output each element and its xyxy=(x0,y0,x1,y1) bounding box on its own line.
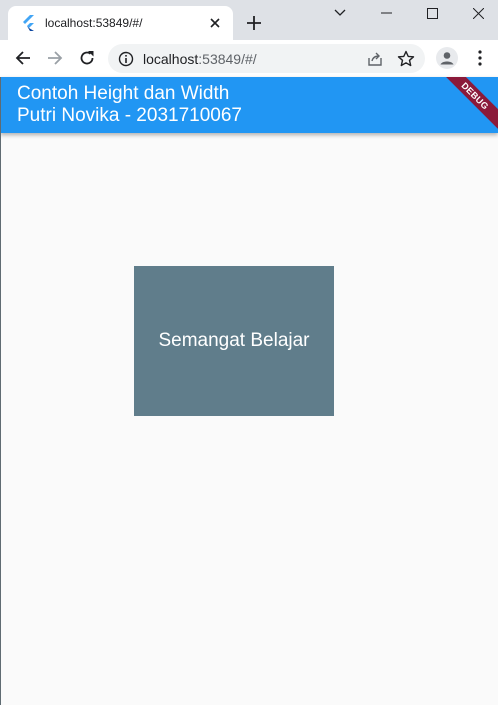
browser-toolbar: localhost:53849/#/ xyxy=(0,40,498,77)
profile-avatar-icon[interactable] xyxy=(435,46,459,70)
app-bar-title-line-1: Contoh Height dan Width xyxy=(17,83,230,104)
tab-search-chevron-icon[interactable] xyxy=(317,0,363,26)
share-icon[interactable] xyxy=(365,49,385,69)
close-tab-icon[interactable] xyxy=(205,13,225,33)
browser-tab-strip: localhost:53849/#/ xyxy=(0,0,498,40)
maximize-icon[interactable] xyxy=(409,0,455,26)
bookmark-star-icon[interactable] xyxy=(396,49,416,69)
box-label: Semangat Belajar xyxy=(158,330,310,351)
kebab-menu-icon[interactable] xyxy=(468,46,492,70)
forward-arrow-icon[interactable] xyxy=(43,46,67,70)
window-close-icon[interactable] xyxy=(455,0,498,26)
app-bar-title: Contoh Height dan Width Putri Novika - 2… xyxy=(17,83,242,127)
address-bar[interactable]: localhost:53849/#/ xyxy=(108,44,425,73)
minimize-icon[interactable] xyxy=(363,0,409,26)
back-arrow-icon[interactable] xyxy=(11,46,35,70)
new-tab-icon[interactable] xyxy=(242,11,266,35)
app-bar: Contoh Height dan Width Putri Novika - 2… xyxy=(0,77,498,133)
url-host: localhost xyxy=(143,51,199,67)
app-bar-title-line-2: Putri Novika - 2031710067 xyxy=(17,105,242,126)
tab-title: localhost:53849/#/ xyxy=(45,16,143,30)
debug-banner: DEBUG xyxy=(438,77,498,133)
url-path: :53849/#/ xyxy=(198,51,257,67)
reload-icon[interactable] xyxy=(75,46,99,70)
sized-container-box: Semangat Belajar xyxy=(134,266,334,416)
browser-tab[interactable]: localhost:53849/#/ xyxy=(8,6,233,40)
window-left-edge xyxy=(0,77,1,705)
flutter-favicon-icon xyxy=(23,15,34,31)
url-text[interactable]: localhost:53849/#/ xyxy=(143,51,257,67)
site-info-icon[interactable] xyxy=(118,51,134,67)
